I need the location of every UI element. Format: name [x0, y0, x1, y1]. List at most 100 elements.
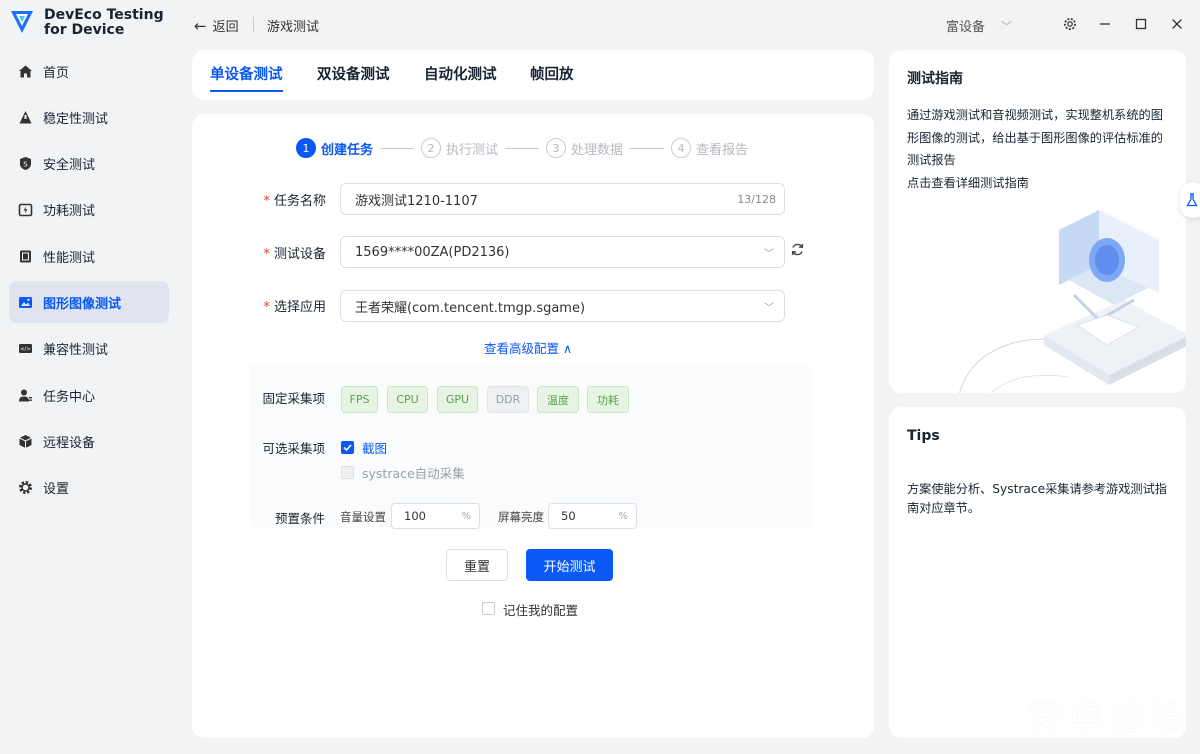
tab-frame-replay[interactable]: 帧回放	[530, 63, 574, 90]
sidebar-item-graphics[interactable]: 图形图像测试	[9, 281, 169, 324]
guide-illustration	[959, 210, 1186, 393]
refresh-devices-button[interactable]	[790, 242, 806, 258]
watermark: 安卓论坛	[1028, 698, 1188, 738]
refresh-icon	[791, 243, 804, 256]
chevron-down-icon: ﹀	[764, 302, 774, 314]
top-bar: ← 返回 游戏测试 富设备 ﹀	[178, 0, 1200, 50]
volume-input[interactable]: 100 %	[391, 503, 480, 529]
advanced-config-panel: 固定采集项 FPS CPU GPU DDR 温度 功耗 可选采集项 截图 sys…	[250, 364, 812, 529]
app-name-line1: DevEco Testing	[44, 7, 164, 23]
task-name-value: 游戏测试1210-1107	[355, 193, 478, 209]
brightness-input[interactable]: 50 %	[548, 503, 637, 529]
systrace-checkbox[interactable]	[341, 466, 354, 479]
test-device-select[interactable]: 1569****00ZA(PD2136) ﹀	[340, 236, 785, 268]
app-name-line2: for Device	[44, 22, 125, 38]
screenshot-checkbox[interactable]	[341, 441, 354, 454]
floating-assistant-button[interactable]	[1180, 182, 1200, 218]
svg-text:</>: </>	[20, 347, 31, 353]
app-select[interactable]: 王者荣耀(com.tencent.tmgp.sgame) ﹀	[340, 290, 785, 322]
step-connector	[505, 147, 540, 149]
arrow-left-icon: ←	[194, 16, 207, 35]
step-process-data: 3 处理数据	[546, 138, 623, 158]
reset-button[interactable]: 重置	[446, 549, 508, 581]
sidebar-item-label: 设置	[43, 482, 70, 498]
test-device-value: 1569****00ZA(PD2136)	[355, 244, 510, 260]
tips-text: 方案使能分析、Systrace采集请参考游戏测试指南对应章节。	[907, 482, 1167, 515]
chip-fps: FPS	[341, 386, 378, 413]
advanced-config-toggle[interactable]: 查看高级配置 ∧	[484, 338, 572, 357]
image-icon	[18, 295, 33, 310]
step-label: 执行测试	[446, 142, 499, 158]
step-view-report: 4 查看报告	[671, 138, 748, 158]
chip-cpu: CPU	[387, 386, 428, 413]
minimize-button[interactable]	[1095, 14, 1115, 34]
optional-items-label: 可选采集项	[262, 441, 325, 456]
start-test-button[interactable]: 开始测试	[526, 549, 613, 581]
chevron-down-icon: ﹀	[1001, 19, 1013, 33]
sidebar-item-label: 任务中心	[43, 389, 96, 405]
step-connector	[380, 147, 415, 149]
back-label: 返回	[212, 20, 239, 35]
sidebar-item-label: 安全测试	[43, 158, 96, 174]
device-type-value: 富设备	[946, 20, 986, 35]
tab-automation[interactable]: 自动化测试	[424, 63, 497, 90]
task-name-input[interactable]: 游戏测试1210-1107 13/128	[340, 183, 785, 215]
chevron-down-icon: ﹀	[764, 248, 774, 260]
remember-config-checkbox[interactable]	[482, 602, 495, 615]
chip-power: 功耗	[587, 386, 629, 413]
sidebar-item-performance[interactable]: 性能测试	[9, 235, 169, 277]
step-number: 2	[421, 138, 442, 158]
sidebar-item-label: 性能测试	[43, 250, 96, 266]
percent-unit: %	[618, 510, 628, 522]
cube-icon	[18, 434, 33, 449]
task-form-card: 1 创建任务 2 执行测试 3 处理数据 4 查看报告 * 任务名称 游戏测试12…	[192, 114, 874, 738]
guide-link[interactable]: 点击查看详细测试指南	[907, 172, 1172, 195]
performance-icon	[18, 249, 33, 264]
back-button[interactable]: ← 返回	[194, 16, 239, 36]
app-value: 王者荣耀(com.tencent.tmgp.sgame)	[355, 300, 586, 316]
volume-value: 100	[404, 509, 426, 523]
device-type-select[interactable]: 富设备 ﹀	[946, 16, 1013, 36]
brightness-label: 屏幕亮度	[498, 510, 544, 524]
brightness-value: 50	[561, 509, 576, 523]
close-button[interactable]	[1167, 14, 1187, 34]
step-connector	[630, 147, 665, 149]
tab-single-device[interactable]: 单设备测试	[210, 63, 283, 92]
gear-icon	[1064, 18, 1076, 30]
test-mode-tabs: 单设备测试 双设备测试 自动化测试 帧回放	[192, 50, 874, 100]
sidebar-item-stability[interactable]: 稳定性测试	[9, 96, 169, 138]
step-create-task: 1 创建任务	[296, 138, 373, 158]
step-label: 查看报告	[696, 142, 749, 158]
sidebar-item-compat[interactable]: </> 兼容性测试	[9, 328, 169, 370]
settings-gear-button[interactable]	[1060, 14, 1080, 34]
tab-dual-device[interactable]: 双设备测试	[317, 63, 390, 90]
percent-unit: %	[461, 510, 471, 522]
power-icon	[18, 202, 33, 217]
maximize-button[interactable]	[1131, 14, 1151, 34]
guide-description: 通过游戏测试和音视频测试，实现整机系统的图形图像的测试，给出基于图形图像的评估标…	[907, 108, 1163, 167]
tips-title: Tips	[907, 428, 940, 444]
chip-ddr: DDR	[487, 386, 529, 413]
sidebar-item-remote[interactable]: 远程设备	[9, 420, 169, 462]
stability-icon	[18, 110, 33, 125]
fixed-items-label: 固定采集项	[262, 391, 325, 406]
app-logo: DevEco Testing for Device	[8, 8, 164, 38]
required-mark: *	[263, 300, 270, 315]
stepper: 1 创建任务 2 执行测试 3 处理数据 4 查看报告	[296, 138, 748, 158]
remember-config-label: 记住我的配置	[503, 603, 579, 618]
sidebar-item-security[interactable]: S 安全测试	[9, 143, 169, 185]
close-icon	[1172, 19, 1182, 29]
tips-card: Tips 方案使能分析、Systrace采集请参考游戏测试指南对应章节。	[889, 407, 1186, 738]
sidebar-item-tasks[interactable]: 任务中心	[9, 374, 169, 416]
step-label: 创建任务	[321, 142, 374, 158]
deveco-logo-icon	[8, 8, 36, 36]
step-number: 1	[296, 138, 316, 158]
sidebar-item-power[interactable]: 功耗测试	[9, 189, 169, 231]
step-execute: 2 执行测试	[421, 138, 498, 158]
chip-gpu: GPU	[437, 386, 478, 413]
sidebar-item-settings[interactable]: 设置	[9, 467, 169, 509]
sidebar-item-home[interactable]: 首页	[9, 50, 169, 92]
sidebar-item-label: 兼容性测试	[43, 343, 109, 359]
sidebar-nav: 首页 稳定性测试 S 安全测试 功耗测试 性能测试 图形图像测试 </> 兼容性…	[9, 50, 169, 513]
char-count: 13/128	[737, 192, 776, 206]
